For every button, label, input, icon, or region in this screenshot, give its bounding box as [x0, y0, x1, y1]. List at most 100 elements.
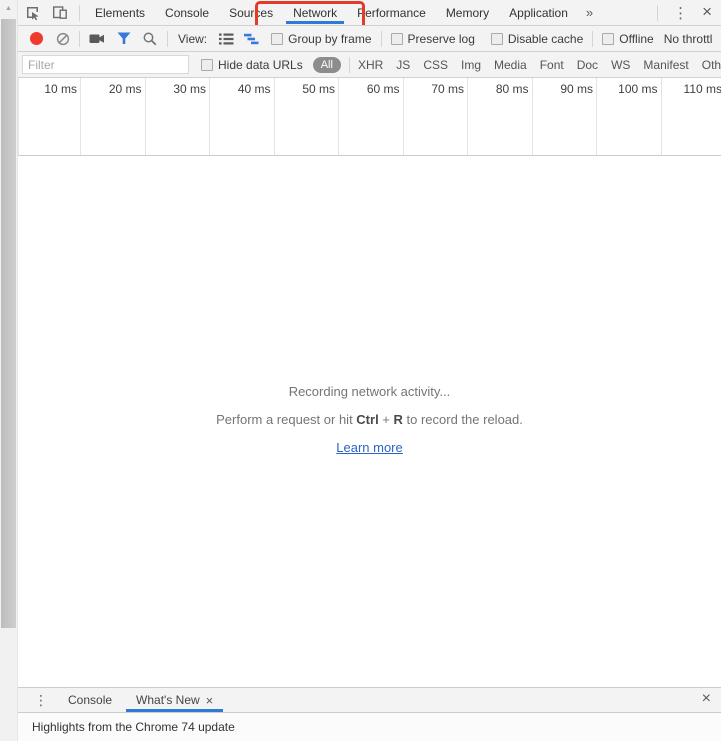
page-scrollbar[interactable]: ▲	[0, 0, 18, 741]
preserve-log-label: Preserve log	[408, 32, 475, 46]
throttling-dropdown[interactable]: No throttl	[664, 32, 713, 46]
scrollbar-up-arrow-icon[interactable]: ▲	[0, 0, 17, 17]
filter-type-all[interactable]: All	[313, 57, 341, 73]
close-tab-icon[interactable]: ×	[206, 693, 214, 708]
tab-network[interactable]: Network	[283, 0, 347, 26]
ruler-tick: 10 ms	[19, 78, 81, 155]
clear-button[interactable]	[56, 32, 70, 46]
tab-console[interactable]: Console	[155, 0, 219, 26]
inspect-cursor-icon	[25, 5, 40, 20]
search-button[interactable]	[143, 32, 157, 46]
empty-state-hint: Perform a request or hit Ctrl + R to rec…	[18, 412, 721, 427]
network-toolbar: View:	[18, 26, 721, 52]
ruler-tick: 20 ms	[81, 78, 146, 155]
toolbar-separator	[592, 31, 593, 47]
ruler-tick: 70 ms	[404, 78, 469, 155]
main-tab-bar: Elements Console Sources Network Perform…	[18, 0, 721, 26]
search-icon	[143, 32, 157, 46]
filter-type-js[interactable]: JS	[396, 58, 410, 72]
record-button[interactable]	[30, 32, 43, 45]
toolbar-separator	[167, 31, 168, 47]
tab-label: Console	[165, 6, 209, 20]
toolbar-separator	[79, 5, 80, 21]
capture-screenshots-button[interactable]	[89, 32, 105, 45]
recording-status-text: Recording network activity...	[18, 384, 721, 399]
tab-application[interactable]: Application	[499, 0, 578, 26]
scrollbar-thumb[interactable]	[1, 19, 16, 628]
drawer-tab-console[interactable]: Console	[56, 688, 124, 713]
drawer-tab-whats-new[interactable]: What's New ×	[124, 688, 225, 713]
timeline-ruler[interactable]: 10 ms 20 ms 30 ms 40 ms 50 ms 60 ms 70 m…	[18, 78, 721, 156]
close-icon: ×	[702, 2, 712, 21]
device-toolbar-button[interactable]	[46, 1, 74, 25]
drawer-menu-button[interactable]: ⋮	[18, 692, 56, 709]
filter-type-xhr[interactable]: XHR	[358, 58, 383, 72]
camera-icon	[89, 32, 105, 45]
group-by-frame-label: Group by frame	[288, 32, 371, 46]
close-icon: ×	[702, 690, 711, 707]
tab-label: Sources	[229, 6, 273, 20]
hide-data-urls-checkbox[interactable]	[201, 59, 213, 71]
devtools-menu-button[interactable]: ⋮	[663, 4, 698, 22]
whats-new-header: Highlights from the Chrome 74 update	[18, 712, 721, 741]
filter-bar: Hide data URLs All XHR JS CSS Img Media …	[18, 52, 721, 78]
drawer-tab-bar: ⋮ Console What's New × ×	[18, 687, 721, 712]
ruler-tick: 30 ms	[146, 78, 211, 155]
ruler-tick: 90 ms	[533, 78, 598, 155]
offline-checkbox[interactable]	[602, 33, 614, 45]
disable-cache-checkbox[interactable]	[491, 33, 503, 45]
hide-data-urls-option: Hide data URLs	[201, 58, 303, 72]
whats-new-title: Highlights from the Chrome 74 update	[32, 720, 235, 734]
learn-more-link[interactable]: Learn more	[336, 440, 402, 455]
hide-data-urls-label: Hide data URLs	[218, 58, 303, 72]
chevron-double-right-icon: »	[586, 5, 593, 20]
ctrl-key-label: Ctrl	[356, 412, 378, 427]
filter-type-doc[interactable]: Doc	[577, 58, 598, 72]
tab-label: Console	[68, 693, 112, 707]
group-by-frame-option: Group by frame	[271, 32, 371, 46]
filter-type-other[interactable]: Other	[702, 58, 721, 72]
filter-type-css[interactable]: CSS	[423, 58, 448, 72]
filter-input[interactable]	[22, 55, 189, 74]
tab-elements[interactable]: Elements	[85, 0, 155, 26]
filter-type-media[interactable]: Media	[494, 58, 527, 72]
offline-option: Offline	[602, 32, 653, 46]
toolbar-separator	[349, 57, 350, 73]
filter-type-img[interactable]: Img	[461, 58, 481, 72]
filter-type-ws[interactable]: WS	[611, 58, 630, 72]
toolbar-separator	[657, 5, 658, 21]
show-overview-button[interactable]	[244, 33, 259, 45]
funnel-icon	[117, 32, 131, 45]
filter-toggle-button[interactable]	[117, 32, 131, 45]
offline-label: Offline	[619, 32, 653, 46]
r-key-label: R	[394, 412, 403, 427]
filter-type-font[interactable]: Font	[540, 58, 564, 72]
devtools-close-button[interactable]: ×	[698, 3, 721, 22]
toolbar-separator	[381, 31, 382, 47]
more-tabs-button[interactable]: »	[578, 0, 601, 26]
device-toolbar-icon	[52, 5, 68, 20]
ruler-tick: 110 ms	[662, 78, 721, 155]
toolbar-separator	[79, 31, 80, 47]
large-request-rows-button[interactable]	[219, 33, 234, 45]
preserve-log-option: Preserve log	[391, 32, 475, 46]
ruler-tick: 50 ms	[275, 78, 340, 155]
tab-sources[interactable]: Sources	[219, 0, 283, 26]
filter-type-manifest[interactable]: Manifest	[643, 58, 688, 72]
ruler-tick: 80 ms	[468, 78, 533, 155]
preserve-log-checkbox[interactable]	[391, 33, 403, 45]
group-by-frame-checkbox[interactable]	[271, 33, 283, 45]
tab-label: What's New	[136, 693, 200, 707]
devtools-window: ▲ E	[0, 0, 721, 741]
tab-label: Memory	[446, 6, 489, 20]
list-rows-icon	[219, 33, 234, 45]
disable-cache-label: Disable cache	[508, 32, 583, 46]
selected-tab-underline	[286, 21, 344, 24]
tab-performance[interactable]: Performance	[347, 0, 436, 26]
tab-memory[interactable]: Memory	[436, 0, 499, 26]
inspect-element-button[interactable]	[18, 1, 46, 25]
tab-label: Application	[509, 6, 568, 20]
window-controls: ⋮ ×	[652, 3, 721, 22]
kebab-menu-icon: ⋮	[673, 5, 688, 22]
drawer-close-button[interactable]: ×	[698, 691, 721, 709]
